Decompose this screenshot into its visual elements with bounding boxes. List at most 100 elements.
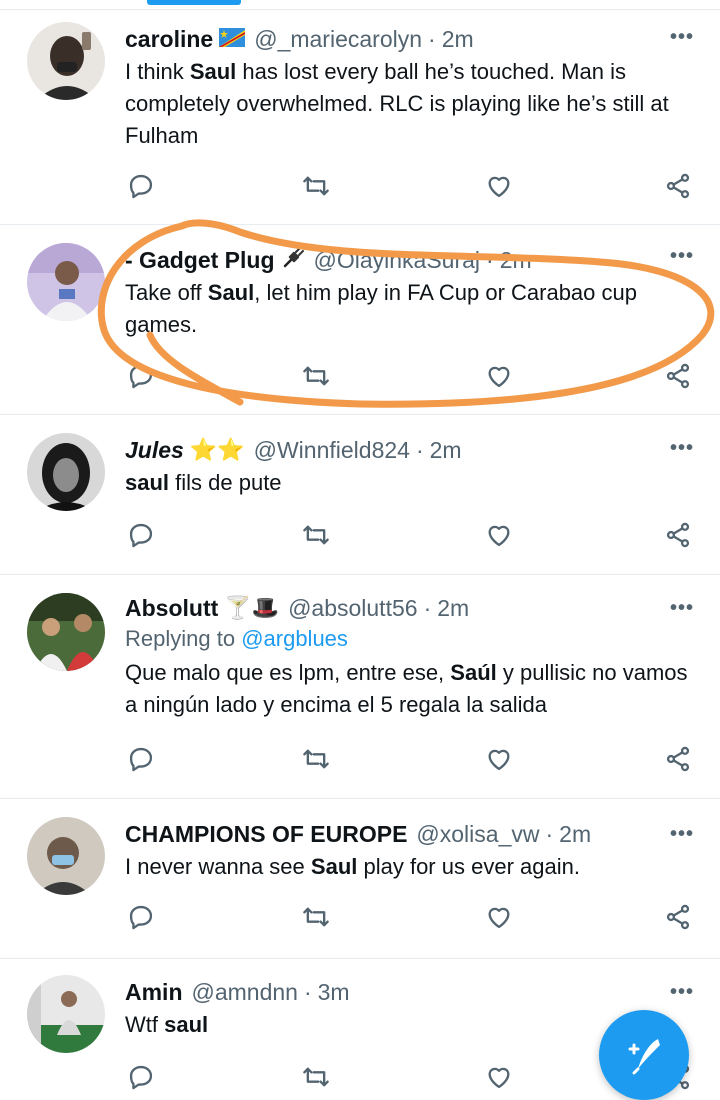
tweet-header: Amin @amndnn · 3m [125,977,694,1007]
flag-icon [219,27,246,51]
handle[interactable]: @xolisa_vw [416,819,539,849]
reply-icon[interactable] [127,362,157,392]
tweet-header: - Gadget Plug @OlayinkaSuraj · 2m [125,245,694,275]
text-segment: fils de pute [169,470,282,495]
display-name[interactable]: CHAMPIONS OF EUROPE [125,819,407,849]
separator-dot: · [303,979,312,1005]
share-icon[interactable] [664,362,694,392]
timestamp[interactable]: 2m [559,819,591,849]
more-icon[interactable]: ••• [670,982,694,1002]
like-icon[interactable] [485,172,515,202]
reply-icon[interactable] [127,172,157,202]
star-icon: ⭐⭐ [189,437,245,462]
tweet-header: CHAMPIONS OF EUROPE @xolisa_vw · 2m [125,819,694,849]
tweet[interactable]: CHAMPIONS OF EUROPE @xolisa_vw · 2m I ne… [0,799,720,959]
timestamp[interactable]: 2m [430,435,462,465]
compose-icon [628,1039,660,1075]
tweet-content: CHAMPIONS OF EUROPE @xolisa_vw · 2m I ne… [125,819,694,883]
tweet-content: caroline @_mariecarolyn · 2m I think Sau… [125,24,694,152]
highlighted-term: saul [125,470,170,495]
reply-icon[interactable] [127,745,157,775]
separator-dot: · [423,595,432,621]
like-icon[interactable] [485,1063,515,1093]
tweet-header: caroline @_mariecarolyn · 2m [125,24,694,54]
avatar-image [27,243,105,321]
share-icon[interactable] [664,903,694,933]
reply-mention-link[interactable]: @argblues [241,626,348,651]
retweet-icon[interactable] [302,362,332,392]
reply-icon[interactable] [127,1063,157,1093]
display-name[interactable]: Jules [125,435,184,465]
cocktail-tophat-icon: 🍸🎩 [224,595,280,620]
tweet-header: Jules ⭐⭐ @Winnfield824 · 2m [125,435,694,465]
tweet-content: - Gadget Plug @OlayinkaSuraj · 2m Take o… [125,245,694,341]
like-icon[interactable] [485,362,515,392]
separator-dot: · [545,821,554,847]
handle[interactable]: @Winnfield824 [254,435,410,465]
avatar[interactable] [27,593,105,671]
text-segment: Que malo que es lpm, entre ese, [125,660,451,685]
tweet[interactable]: Jules ⭐⭐ @Winnfield824 · 2m saul fils de… [0,415,720,575]
tweet-text: Take off Saul, let him play in FA Cup or… [125,277,694,341]
highlighted-term: Saul [310,854,358,879]
reply-icon[interactable] [127,903,157,933]
avatar-image [27,593,105,671]
reply-context: Replying to @argblues [125,623,694,655]
like-icon[interactable] [485,745,515,775]
display-name[interactable]: Absolutt [125,593,218,623]
retweet-icon[interactable] [302,903,332,933]
highlighted-term: Saúl [450,660,497,685]
tweet-text: Que malo que es lpm, entre ese, Saúl y p… [125,657,694,721]
share-icon[interactable] [664,521,694,551]
timestamp[interactable]: 2m [437,593,469,623]
like-icon[interactable] [485,521,515,551]
avatar-image [27,975,105,1053]
plug-icon [281,246,305,274]
avatar-image [27,22,105,100]
handle[interactable]: @absolutt56 [288,593,418,623]
avatar[interactable] [27,817,105,895]
avatar[interactable] [27,433,105,511]
more-icon[interactable]: ••• [670,246,694,266]
avatar[interactable] [27,243,105,321]
tweet-content: Absolutt 🍸🎩 @absolutt56 · 2m Replying to… [125,593,694,721]
tweet-content: Jules ⭐⭐ @Winnfield824 · 2m saul fils de… [125,435,694,499]
timestamp[interactable]: 2m [442,24,474,54]
tweet-text: I never wanna see Saul play for us ever … [125,851,694,883]
handle[interactable]: @OlayinkaSuraj [314,245,481,275]
tweet-actions [125,745,694,775]
more-icon[interactable]: ••• [670,27,694,47]
separator-dot: · [486,247,494,273]
like-icon[interactable] [485,903,515,933]
timestamp[interactable]: 3m [318,977,350,1007]
tweet[interactable]: - Gadget Plug @OlayinkaSuraj · 2m Take o… [0,225,720,415]
retweet-icon[interactable] [302,745,332,775]
tweet-actions [125,172,694,202]
display-name[interactable]: caroline [125,24,213,54]
handle[interactable]: @_mariecarolyn [254,24,422,54]
retweet-icon[interactable] [302,521,332,551]
reply-prefix: Replying to [125,626,242,651]
more-icon[interactable]: ••• [670,438,694,458]
display-name[interactable]: - Gadget Plug [125,245,275,275]
reply-icon[interactable] [127,521,157,551]
tweet-header: Absolutt 🍸🎩 @absolutt56 · 2m [125,593,694,623]
tweet-text: I think Saul has lost every ball he’s to… [125,56,694,152]
text-segment: I never wanna see [125,854,311,879]
handle[interactable]: @amndnn [192,977,298,1007]
share-icon[interactable] [664,172,694,202]
more-icon[interactable]: ••• [670,824,694,844]
share-icon[interactable] [664,745,694,775]
compose-button[interactable] [599,1010,689,1100]
retweet-icon[interactable] [302,172,332,202]
avatar[interactable] [27,975,105,1053]
tweet[interactable]: Absolutt 🍸🎩 @absolutt56 · 2m Replying to… [0,575,720,799]
retweet-icon[interactable] [302,1063,332,1093]
timestamp[interactable]: 2m [500,245,532,275]
tweet[interactable]: caroline @_mariecarolyn · 2m I think Sau… [0,10,720,225]
display-name[interactable]: Amin [125,977,183,1007]
more-icon[interactable]: ••• [670,598,694,618]
tweet-actions [125,521,694,551]
text-segment: I think [125,59,190,84]
avatar[interactable] [27,22,105,100]
